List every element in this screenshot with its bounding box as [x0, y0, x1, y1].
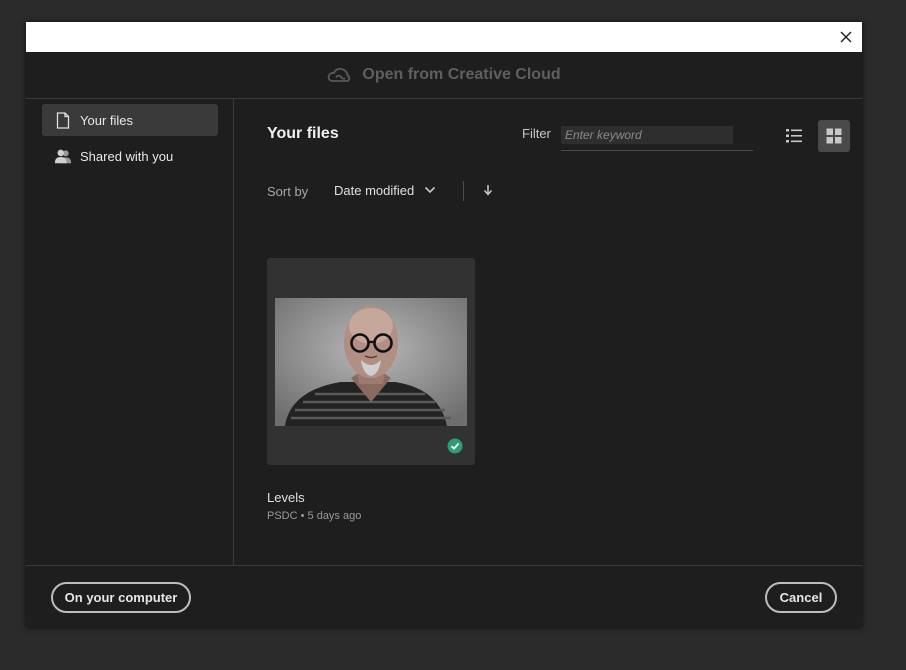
close-button[interactable]: [836, 27, 856, 47]
file-thumbnail: [275, 298, 467, 426]
file-meta: PSDC • 5 days ago: [267, 510, 362, 522]
cancel-button[interactable]: Cancel: [765, 582, 837, 613]
dialog-footer: On your computer Cancel: [26, 565, 862, 628]
arrow-down-icon: [483, 185, 493, 196]
sidebar-item-your-files[interactable]: Your files: [42, 104, 218, 136]
sidebar-item-label: Shared with you: [80, 148, 174, 164]
sort-value: Date modified: [334, 182, 415, 198]
sidebar: Your files Shared with you: [26, 99, 234, 565]
chevron-down-icon: [425, 186, 436, 194]
sidebar-item-shared-with-you[interactable]: Shared with you: [42, 140, 218, 172]
sort-select[interactable]: Date modified: [334, 177, 436, 203]
document-icon: [54, 111, 72, 129]
filter-field: [561, 121, 753, 151]
list-icon: [786, 129, 802, 143]
sort-divider: [463, 181, 464, 201]
creative-cloud-icon: [328, 68, 351, 82]
sort-direction-button[interactable]: [479, 180, 497, 200]
page-title: Your files: [267, 125, 339, 142]
sort-label: Sort by: [267, 184, 309, 199]
file-card[interactable]: [267, 258, 475, 465]
main-panel: Your files Filter Sort by Date modified: [234, 99, 862, 565]
synced-check-icon: [447, 438, 463, 454]
window-titlebar: [26, 22, 862, 52]
dialog-header: Open from Creative Cloud: [26, 52, 862, 99]
on-your-computer-button[interactable]: On your computer: [51, 582, 191, 613]
file-name: Levels: [267, 490, 305, 505]
open-dialog: Open from Creative Cloud Your files Shar…: [26, 22, 862, 628]
people-icon: [54, 147, 72, 165]
dialog-title: Open from Creative Cloud: [362, 66, 561, 83]
close-icon: [840, 31, 852, 43]
grid-icon: [826, 128, 842, 144]
filter-input[interactable]: [561, 126, 733, 144]
sidebar-item-label: Your files: [80, 112, 133, 128]
filter-label: Filter: [522, 126, 551, 141]
list-view-button[interactable]: [778, 120, 810, 152]
grid-view-button[interactable]: [818, 120, 850, 152]
